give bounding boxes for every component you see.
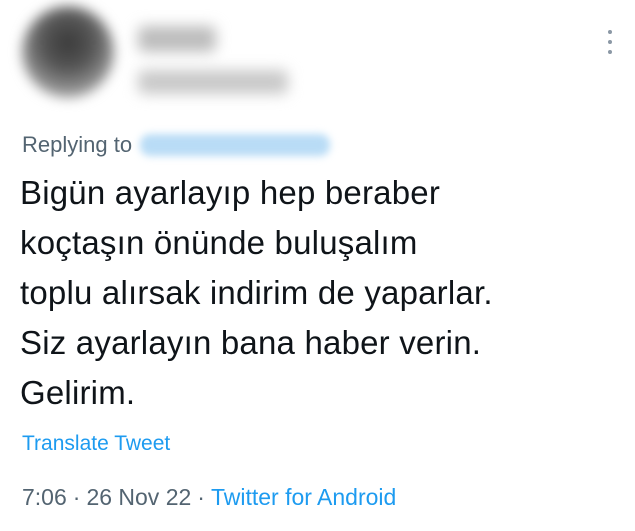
more-vertical-icon[interactable] <box>607 30 613 58</box>
tweet-meta: 7:06 · 26 Nov 22 · Twitter for Android <box>22 484 396 511</box>
translate-tweet-link[interactable]: Translate Tweet <box>22 432 170 456</box>
tweet-time[interactable]: 7:06 <box>22 484 67 510</box>
dot <box>608 50 612 54</box>
dot <box>608 40 612 44</box>
replying-to: Replying to <box>22 132 331 158</box>
tweet-date[interactable]: 26 Nov 22 <box>86 484 191 510</box>
tweet: Replying to Bigün ayarlayıp hep beraber … <box>0 0 635 531</box>
avatar[interactable] <box>22 6 114 98</box>
tweet-source-link[interactable]: Twitter for Android <box>211 484 396 510</box>
reply-handle-blurred[interactable] <box>140 134 331 156</box>
separator: · <box>72 484 81 510</box>
author-handle-blurred[interactable] <box>138 70 288 94</box>
replying-to-label: Replying to <box>22 132 133 157</box>
author-name-blurred[interactable] <box>138 26 216 52</box>
separator: · <box>197 484 205 510</box>
dot <box>608 30 612 34</box>
tweet-text: Bigün ayarlayıp hep beraber koçtaşın önü… <box>20 174 493 411</box>
